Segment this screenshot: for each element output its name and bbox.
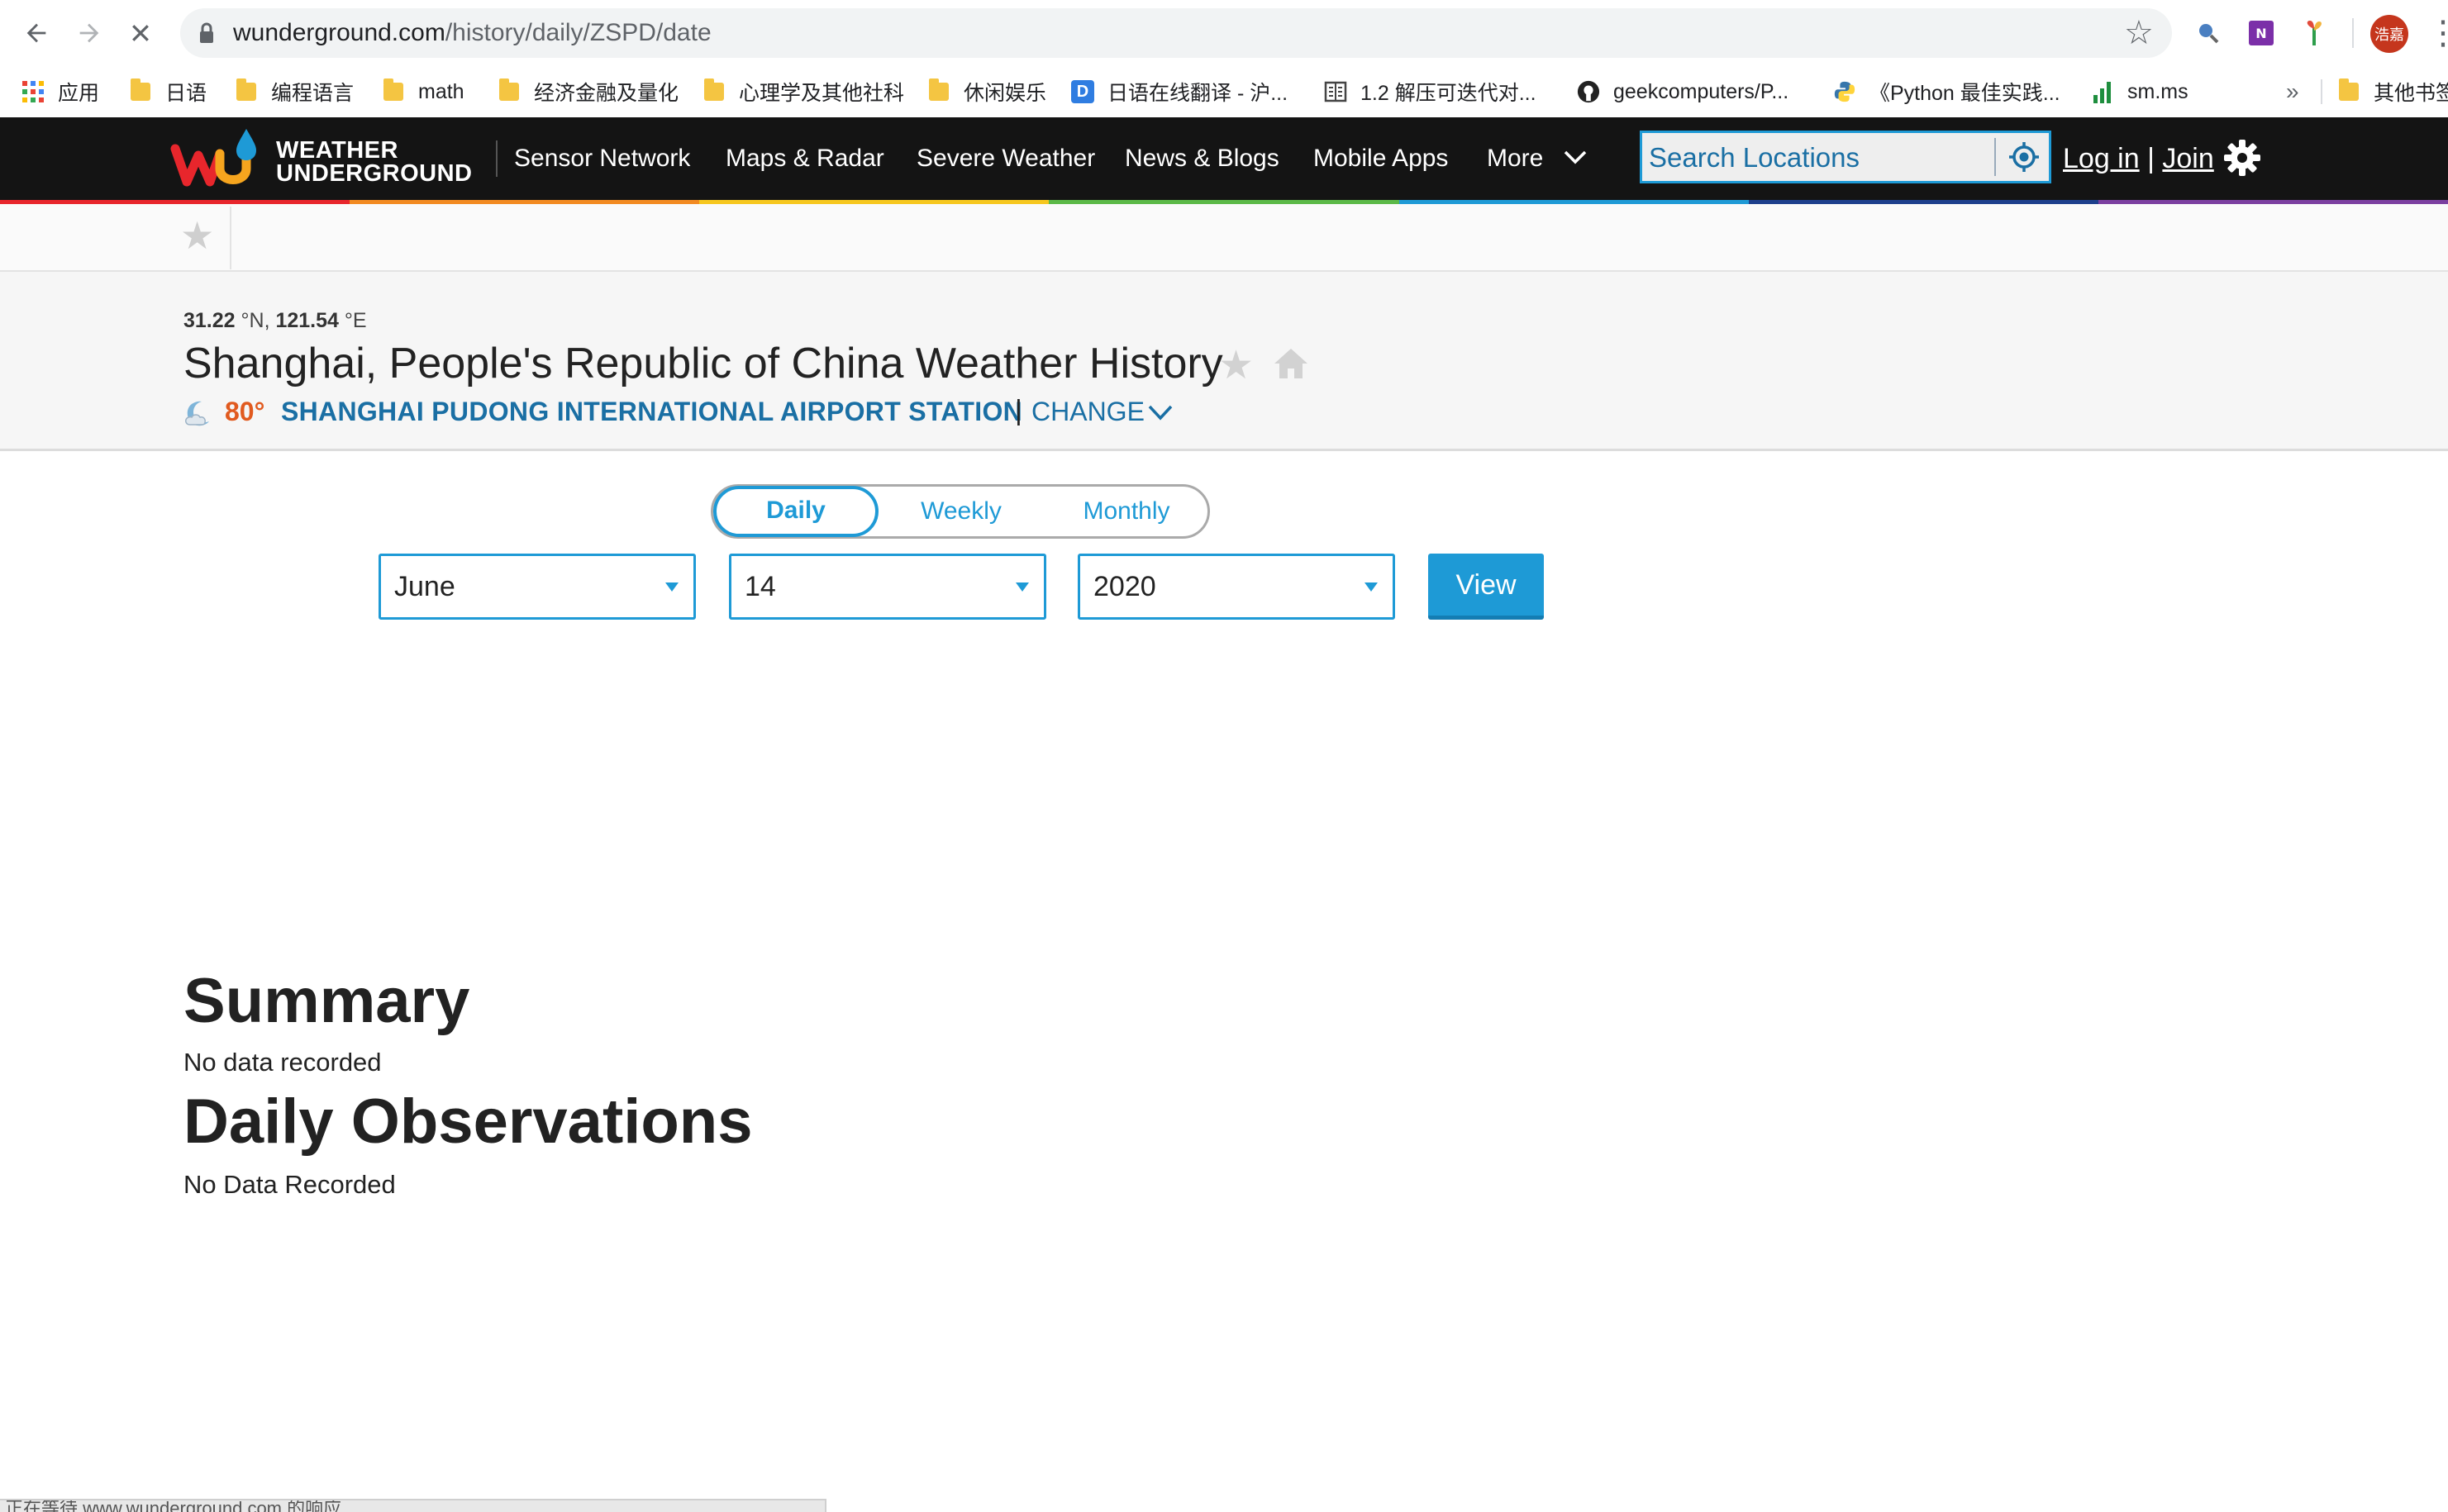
- nav-more[interactable]: More: [1487, 124, 1587, 193]
- nav-maps-radar[interactable]: Maps & Radar: [726, 124, 884, 193]
- bookmark-geekcomputers[interactable]: geekcomputers/P...: [1577, 66, 1788, 117]
- wu-logo-text: WEATHER UNDERGROUND: [276, 137, 473, 187]
- day-select-value: 14: [745, 571, 776, 602]
- url-text[interactable]: wunderground.com/history/daily/ZSPD/date: [233, 12, 712, 55]
- daily-observations-heading: Daily Observations: [183, 1086, 753, 1157]
- favorites-bar: [0, 204, 2448, 272]
- search-divider: [1994, 138, 1996, 176]
- folder-icon: [704, 78, 724, 101]
- extension-leaf-icon[interactable]: [2296, 15, 2332, 51]
- back-arrow-icon[interactable]: [15, 12, 58, 55]
- nav-sensor-network[interactable]: Sensor Network: [514, 124, 690, 193]
- folder-icon: [131, 78, 150, 101]
- nav-news-blogs[interactable]: News & Blogs: [1125, 124, 1279, 193]
- bookmark-other-bookmarks[interactable]: 其他书签: [2339, 66, 2448, 117]
- page-title: Shanghai, People's Republic of China Wea…: [183, 340, 1223, 388]
- folder-icon: [383, 78, 403, 101]
- current-temperature: 80°: [225, 397, 265, 426]
- nav-severe-weather[interactable]: Severe Weather: [917, 124, 1095, 193]
- bookmark-python-best-practice[interactable]: 《Python 最佳实践...: [1833, 66, 2060, 117]
- bookmark-folder-math[interactable]: math: [383, 66, 464, 117]
- bookmark-folder-finance[interactable]: 经济金融及量化: [499, 66, 679, 117]
- folder-icon: [499, 78, 519, 101]
- folder-icon: [2339, 78, 2359, 101]
- auth-separator: |: [2147, 143, 2155, 174]
- bookmarks-divider: [2321, 79, 2322, 104]
- chevron-down-icon: [1564, 150, 1587, 164]
- year-select[interactable]: 2020: [1078, 554, 1395, 620]
- apps-grid-icon: [21, 80, 45, 103]
- forward-arrow-icon[interactable]: [68, 12, 111, 55]
- partly-cloudy-night-icon: [183, 398, 218, 431]
- nav-divider: [496, 140, 498, 177]
- caret-down-icon: [1364, 582, 1378, 592]
- month-select-value: June: [394, 571, 455, 602]
- month-select[interactable]: June: [379, 554, 696, 620]
- chevron-down-icon[interactable]: [1147, 403, 1174, 423]
- observations-empty-text: No Data Recorded: [183, 1170, 396, 1199]
- home-icon[interactable]: [1271, 345, 1311, 382]
- station-name-link[interactable]: SHANGHAI PUDONG INTERNATIONAL AIRPORT ST…: [281, 397, 1022, 427]
- svg-text:N: N: [2255, 26, 2266, 41]
- bookmark-folder-leisure[interactable]: 休闲娱乐: [929, 66, 1046, 117]
- bookmark-unpack-iterables[interactable]: 1.2 解压可迭代对...: [1324, 66, 1536, 117]
- book-icon: [1324, 80, 1347, 103]
- favorites-star-icon[interactable]: ★: [180, 213, 214, 258]
- view-button[interactable]: View: [1428, 554, 1544, 620]
- search-locations-box: [1640, 131, 2051, 183]
- bookmark-apps[interactable]: 应用: [21, 66, 99, 117]
- bar-chart-icon: [2091, 80, 2114, 103]
- translate-d-icon: D: [1071, 80, 1094, 103]
- extension-search-icon[interactable]: [2190, 15, 2227, 51]
- lock-icon[interactable]: [198, 21, 215, 45]
- bookmarks-bar: 应用 日语 编程语言 math 经济金融及量化 心理学及其他社科 休闲娱乐 D日…: [0, 66, 2448, 118]
- favorite-star-icon[interactable]: ★: [1218, 342, 1254, 388]
- gear-icon[interactable]: [2223, 139, 2261, 177]
- search-locations-input[interactable]: [1647, 136, 1981, 179]
- bookmark-folder-japanese[interactable]: 日语: [131, 66, 207, 117]
- github-icon: [1577, 80, 1600, 103]
- locate-me-icon[interactable]: [2006, 138, 2042, 176]
- caret-down-icon: [1016, 582, 1029, 592]
- tab-weekly[interactable]: Weekly: [879, 487, 1044, 536]
- summary-empty-text: No data recorded: [183, 1048, 382, 1077]
- period-tabs: Daily Weekly Monthly: [711, 484, 1210, 539]
- change-station-link[interactable]: CHANGE: [1031, 397, 1145, 427]
- chrome-menu-icon[interactable]: ⋮: [2427, 12, 2448, 55]
- tab-daily[interactable]: Daily: [713, 486, 879, 537]
- coordinates: 31.22 °N, 121.54 °E: [183, 309, 367, 332]
- folder-icon: [236, 78, 256, 101]
- login-link[interactable]: Log in: [2063, 143, 2140, 174]
- day-select[interactable]: 14: [729, 554, 1046, 620]
- onenote-icon[interactable]: N: [2243, 15, 2279, 51]
- bookmark-star-icon[interactable]: ☆: [2124, 13, 2154, 53]
- profile-avatar[interactable]: 浩嘉: [2370, 15, 2408, 53]
- year-select-value: 2020: [1093, 571, 1156, 602]
- join-link[interactable]: Join: [2162, 143, 2213, 174]
- python-icon: [1833, 80, 1856, 103]
- bookmarks-overflow-chevron[interactable]: »: [2286, 66, 2299, 117]
- bookmark-sm-ms[interactable]: sm.ms: [2091, 66, 2188, 117]
- favorites-divider: [230, 207, 231, 269]
- toolbar-divider: [2352, 18, 2354, 48]
- station-separator: |: [1015, 395, 1022, 426]
- summary-heading: Summary: [183, 966, 470, 1036]
- folder-icon: [929, 78, 949, 101]
- caret-down-icon: [665, 582, 679, 592]
- bookmark-japanese-translate[interactable]: D 日语在线翻译 - 沪...: [1071, 66, 1288, 117]
- bookmark-folder-programming[interactable]: 编程语言: [236, 66, 354, 117]
- auth-links: Log in | Join: [2063, 124, 2214, 193]
- stop-loading-icon[interactable]: [119, 12, 162, 55]
- nav-mobile-apps[interactable]: Mobile Apps: [1313, 124, 1448, 193]
- bookmark-folder-psychology[interactable]: 心理学及其他社科: [704, 66, 904, 117]
- tab-monthly[interactable]: Monthly: [1044, 487, 1209, 536]
